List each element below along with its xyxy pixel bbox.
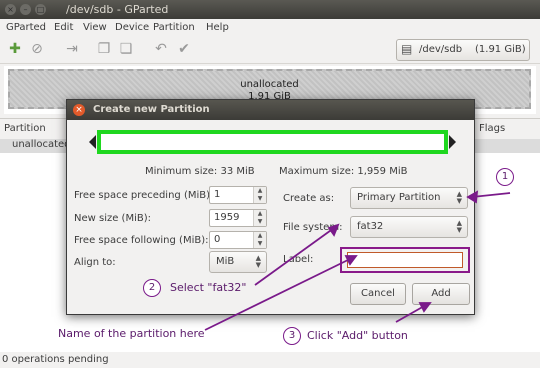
- add-button[interactable]: Add: [412, 283, 470, 305]
- resize-move-icon[interactable]: ⇥: [64, 41, 80, 57]
- minimize-window-icon[interactable]: –: [20, 4, 31, 15]
- spin-buttons-icon[interactable]: ▲ ▼: [253, 187, 266, 203]
- paste-icon[interactable]: ❏: [118, 41, 134, 57]
- menu-bar: GParted Edit View Device Partition Help: [0, 19, 540, 37]
- align-value: MiB: [216, 256, 235, 267]
- device-selector[interactable]: ▤ /dev/sdb (1.91 GiB): [396, 39, 530, 61]
- label-label: Label:: [283, 254, 314, 265]
- new-size-value: 1959: [214, 212, 240, 223]
- filesystem-value: fat32: [357, 221, 384, 232]
- free-following-value: 0: [214, 234, 221, 245]
- label-input[interactable]: [348, 253, 462, 267]
- maximize-window-icon[interactable]: □: [35, 4, 46, 15]
- updown-icon: ▲ ▼: [255, 254, 261, 269]
- new-size-label: New size (MiB):: [74, 213, 151, 224]
- drive-icon: ▤: [401, 42, 413, 56]
- new-partition-icon[interactable]: ✚: [7, 41, 23, 57]
- new-size-field[interactable]: 1959 ▲ ▼: [209, 209, 267, 227]
- spin-buttons-icon[interactable]: ▲ ▼: [253, 232, 266, 248]
- free-following-field[interactable]: 0 ▲ ▼: [209, 231, 267, 249]
- column-partition[interactable]: Partition: [4, 123, 46, 134]
- create-as-select[interactable]: Primary Partition ▲ ▼: [350, 187, 468, 209]
- step-3-marker: 3: [283, 327, 301, 345]
- resizer-bar[interactable]: [97, 130, 448, 154]
- device-size: (1.91 GiB): [475, 44, 526, 55]
- status-text: 0 operations pending: [2, 354, 109, 365]
- free-preceding-field[interactable]: 1 ▲ ▼: [209, 186, 267, 204]
- free-following-label: Free space following (MiB):: [74, 235, 209, 246]
- step-3-text: Click "Add" button: [307, 329, 408, 342]
- partition-row-name: unallocated: [12, 139, 71, 150]
- updown-icon: ▲ ▼: [456, 219, 462, 234]
- cancel-button[interactable]: Cancel: [350, 283, 406, 305]
- delete-icon[interactable]: ⊘: [29, 41, 45, 57]
- close-window-icon[interactable]: ×: [5, 4, 16, 15]
- resize-right-handle-icon[interactable]: [449, 135, 456, 149]
- window-title-bar: × – □ /dev/sdb - GParted: [0, 0, 540, 19]
- updown-icon: ▲ ▼: [456, 190, 462, 205]
- menu-partition[interactable]: Partition: [153, 22, 195, 33]
- max-size-text: Maximum size: 1,959 MiB: [279, 166, 408, 177]
- create-partition-dialog: × Create new Partition Minimum size: 33 …: [66, 99, 475, 315]
- step-2-marker: 2: [143, 279, 161, 297]
- close-icon[interactable]: ×: [73, 104, 85, 116]
- undo-icon[interactable]: ↶: [153, 41, 169, 57]
- menu-view[interactable]: View: [83, 22, 107, 33]
- copy-icon[interactable]: ❐: [96, 41, 112, 57]
- dialog-title-bar: × Create new Partition: [67, 100, 474, 120]
- status-bar: 0 operations pending: [0, 352, 540, 368]
- partition-name-hint: Name of the partition here: [58, 327, 205, 340]
- filesystem-select[interactable]: fat32 ▲ ▼: [350, 216, 468, 238]
- menu-help[interactable]: Help: [206, 22, 229, 33]
- create-as-label: Create as:: [283, 193, 335, 204]
- toolbar: ✚ ⊘ ⇥ ❐ ❏ ↶ ✔ ▤ /dev/sdb (1.91 GiB): [0, 37, 540, 64]
- filesystem-label: File system:: [283, 222, 343, 233]
- spin-buttons-icon[interactable]: ▲ ▼: [253, 210, 266, 226]
- resize-left-handle-icon[interactable]: [89, 135, 96, 149]
- free-preceding-value: 1: [214, 189, 221, 200]
- menu-edit[interactable]: Edit: [54, 22, 73, 33]
- min-size-text: Minimum size: 33 MiB: [145, 166, 255, 177]
- menu-gparted[interactable]: GParted: [6, 22, 46, 33]
- partition-resizer[interactable]: [89, 130, 456, 154]
- free-preceding-label: Free space preceding (MiB):: [74, 190, 214, 201]
- menu-device[interactable]: Device: [115, 22, 149, 33]
- label-field[interactable]: [347, 252, 463, 268]
- label-highlight-box: [340, 247, 470, 273]
- column-flags[interactable]: Flags: [479, 123, 505, 134]
- dialog-title: Create new Partition: [93, 104, 210, 115]
- step-1-marker: 1: [496, 168, 514, 186]
- window-title: /dev/sdb - GParted: [66, 3, 169, 16]
- apply-icon[interactable]: ✔: [176, 41, 192, 57]
- align-select[interactable]: MiB ▲ ▼: [209, 251, 267, 273]
- align-label: Align to:: [74, 257, 116, 268]
- create-as-value: Primary Partition: [357, 192, 441, 203]
- device-name: /dev/sdb: [419, 44, 463, 55]
- step-2-text: Select "fat32": [170, 281, 247, 294]
- unallocated-label: unallocated: [240, 79, 299, 90]
